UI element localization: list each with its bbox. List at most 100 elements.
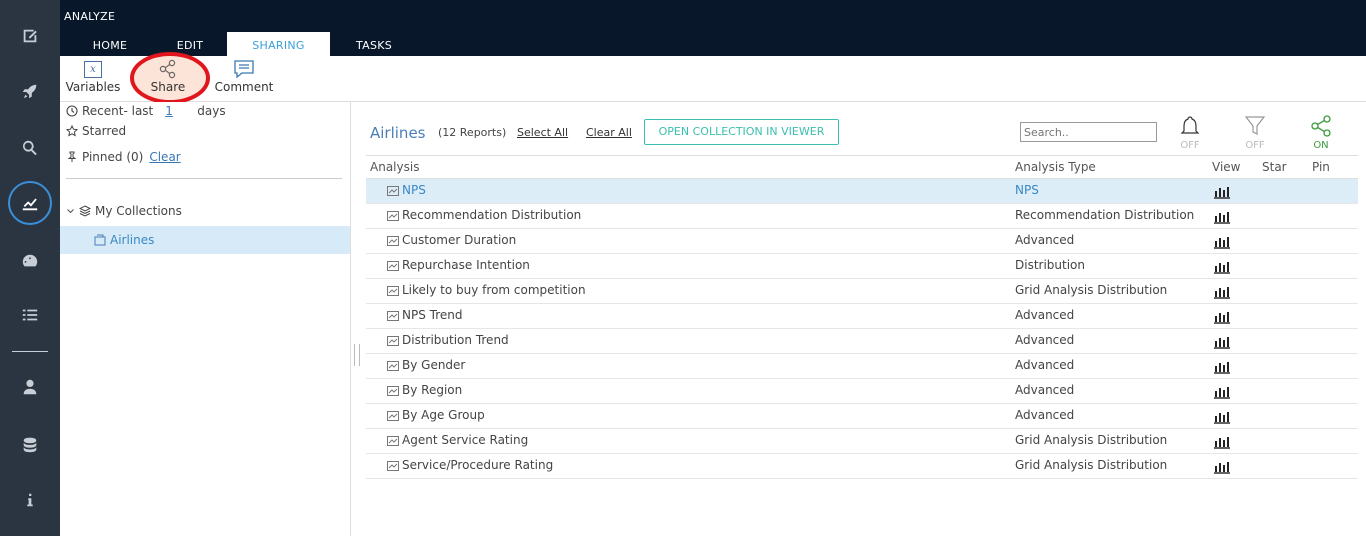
chevron-down-icon[interactable] [66, 205, 75, 217]
col-view: View [1212, 160, 1241, 174]
table-row[interactable]: By Age Group Advanced [366, 404, 1358, 429]
table-row[interactable]: Customer Duration Advanced [366, 229, 1358, 254]
view-bar-chart-icon[interactable] [1213, 234, 1231, 249]
view-bar-chart-icon[interactable] [1213, 359, 1231, 374]
comment-button[interactable]: Comment [212, 58, 276, 94]
view-bar-chart-icon[interactable] [1213, 334, 1231, 349]
collection-airlines-row[interactable]: Airlines [94, 233, 154, 247]
view-bar-chart-icon[interactable] [1213, 259, 1231, 274]
tab-tasks[interactable]: TASKS [338, 32, 410, 56]
col-analysis[interactable]: Analysis [370, 160, 419, 174]
pin-icon [67, 151, 77, 162]
view-bar-chart-icon[interactable] [1213, 209, 1231, 224]
analysis-name[interactable]: NPS [402, 183, 426, 197]
share-button[interactable]: Share [144, 58, 192, 94]
layers-icon [79, 205, 91, 217]
user-icon[interactable] [15, 372, 45, 402]
pinned-label[interactable]: Pinned (0) [82, 150, 143, 164]
search-input[interactable] [1020, 122, 1157, 142]
star-icon [66, 125, 78, 137]
clear-all-link[interactable]: Clear All [586, 126, 632, 139]
clock-icon [66, 105, 78, 117]
panel-divider [66, 178, 342, 179]
dashboard-gauge-icon[interactable] [15, 246, 45, 276]
my-collections-node[interactable]: My Collections [66, 204, 182, 218]
analysis-type: Advanced [1015, 408, 1075, 422]
table-row[interactable]: NPS Trend Advanced [366, 304, 1358, 329]
variables-label: Variables [65, 80, 121, 94]
analysis-name[interactable]: NPS Trend [402, 308, 463, 322]
database-icon[interactable] [15, 430, 45, 460]
analysis-name[interactable]: Customer Duration [402, 233, 516, 247]
list-icon[interactable] [15, 300, 45, 330]
analysis-chart-icon [387, 261, 399, 271]
table-row[interactable]: NPS NPS [366, 179, 1358, 204]
rocket-icon[interactable] [15, 77, 45, 107]
analysis-name[interactable]: By Region [402, 383, 462, 397]
filter-toggle[interactable]: OFF [1235, 114, 1275, 151]
analysis-name[interactable]: Distribution Trend [402, 333, 509, 347]
variables-icon: x [84, 60, 102, 78]
reports-count: (12 Reports) [438, 126, 507, 139]
table-row[interactable]: Agent Service Rating Grid Analysis Distri… [366, 429, 1358, 454]
collection-airlines-label: Airlines [110, 233, 155, 247]
table-row[interactable]: Repurchase Intention Distribution [366, 254, 1358, 279]
analysis-name[interactable]: By Gender [402, 358, 465, 372]
col-analysis-type[interactable]: Analysis Type [1015, 160, 1096, 174]
starred-label: Starred [82, 124, 127, 138]
clear-pinned-link[interactable]: Clear [149, 150, 180, 164]
analysis-chart-icon [387, 186, 399, 196]
analysis-type: Advanced [1015, 233, 1075, 247]
analysis-name[interactable]: Agent Service Rating [402, 433, 528, 447]
alert-toggle-label: OFF [1180, 140, 1200, 151]
analysis-type: Advanced [1015, 308, 1075, 322]
view-bar-chart-icon[interactable] [1213, 184, 1231, 199]
view-bar-chart-icon[interactable] [1213, 434, 1231, 449]
analysis-name[interactable]: Likely to buy from competition [402, 283, 586, 297]
recent-days-input[interactable]: 1 [165, 104, 187, 118]
table-row[interactable]: By Region Advanced [366, 379, 1358, 404]
recent-label: Recent- last [82, 104, 154, 118]
view-bar-chart-icon[interactable] [1213, 284, 1231, 299]
table-row[interactable]: Likely to buy from competition Grid Analy… [366, 279, 1358, 304]
table-row[interactable]: By Gender Advanced [366, 354, 1358, 379]
panel-resize-handle[interactable] [354, 344, 360, 366]
variables-button[interactable]: x Variables [64, 58, 122, 94]
view-bar-chart-icon[interactable] [1213, 309, 1231, 324]
analysis-type: Grid Analysis Distribution [1015, 283, 1168, 297]
analysis-name[interactable]: Service/Procedure Rating [402, 458, 553, 472]
open-collection-button[interactable]: OPEN COLLECTION IN VIEWER [644, 119, 839, 145]
collection-title: Airlines [370, 124, 426, 142]
alert-toggle[interactable]: OFF [1170, 114, 1210, 151]
table-row[interactable]: Recommendation Distribution Recommendatio… [366, 204, 1358, 229]
table-row[interactable]: Distribution Trend Advanced [366, 329, 1358, 354]
search-icon[interactable] [15, 133, 45, 163]
analysis-name[interactable]: By Age Group [402, 408, 485, 422]
col-star: Star [1262, 160, 1287, 174]
analysis-type: Grid Analysis Distribution [1015, 433, 1168, 447]
ribbon-toolbar: x Variables Share Comment [60, 52, 1366, 104]
analyze-app: ANALYZE HOME EDIT SHARING TASKS x Variab… [0, 0, 1366, 536]
tab-home[interactable]: HOME [74, 32, 146, 56]
share-label: Share [150, 80, 186, 94]
analysis-chart-icon [387, 311, 399, 321]
edit-icon[interactable] [15, 21, 45, 51]
share-toggle[interactable]: ON [1301, 114, 1341, 151]
view-bar-chart-icon[interactable] [1213, 384, 1231, 399]
analysis-chart-icon [387, 211, 399, 221]
analysis-type: Distribution [1015, 258, 1086, 272]
analyze-chart-icon[interactable] [8, 181, 52, 225]
view-bar-chart-icon[interactable] [1213, 409, 1231, 424]
view-bar-chart-icon[interactable] [1213, 459, 1231, 474]
tab-sharing[interactable]: SHARING [227, 32, 330, 56]
info-icon[interactable] [15, 485, 45, 515]
analysis-chart-icon [387, 336, 399, 346]
analysis-chart-icon [387, 286, 399, 296]
starred-filter[interactable]: Starred [66, 124, 126, 138]
analysis-name[interactable]: Repurchase Intention [402, 258, 530, 272]
analysis-chart-icon [387, 236, 399, 246]
top-header: ANALYZE HOME EDIT SHARING TASKS [60, 0, 1366, 56]
analysis-name[interactable]: Recommendation Distribution [402, 208, 581, 222]
select-all-link[interactable]: Select All [517, 126, 568, 139]
table-row[interactable]: Service/Procedure Rating Grid Analysis Di… [366, 454, 1358, 479]
